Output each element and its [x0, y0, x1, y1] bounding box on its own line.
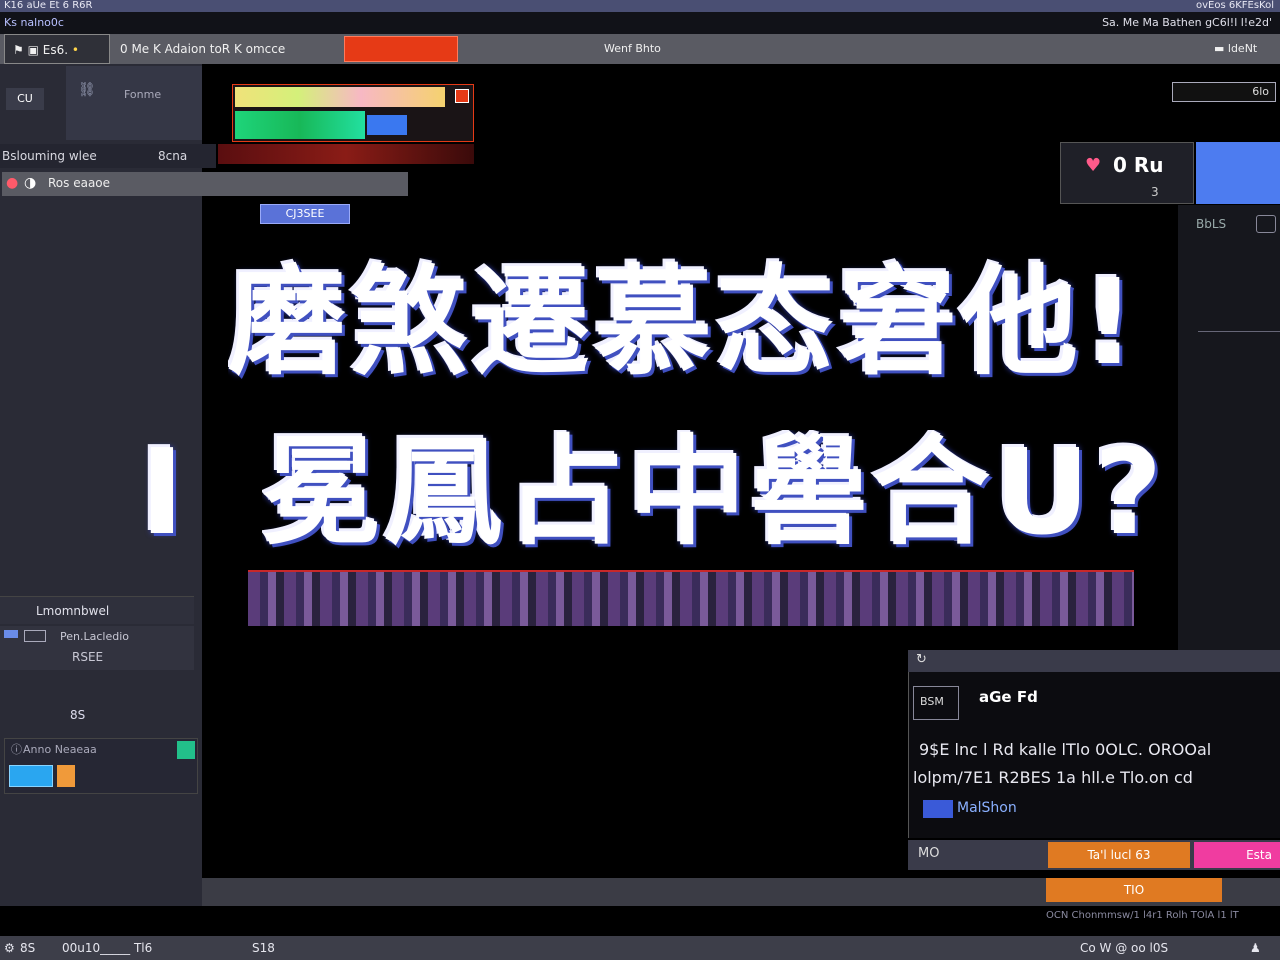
zoom-field[interactable]: 6lo — [1172, 82, 1276, 102]
info-footer: MO Ta'l lucl 63 Esta — [908, 840, 1280, 870]
status-item-2: 00u10_____ Tl6 — [62, 941, 153, 955]
tab-file[interactable]: 0 Me K Adaion toR K omcce — [112, 34, 342, 64]
bottom-item-label: Anno Neaeaa — [23, 743, 97, 756]
status-item-3: S18 — [252, 941, 275, 955]
dot-icon: ◑ — [24, 175, 37, 191]
info-panel: BSM aGe Fd 9$E lnc l Rd kalle lTlo 0OLC.… — [908, 672, 1280, 838]
swatch-row-green — [235, 111, 365, 139]
tab-center-label: Wenf Bhto — [604, 42, 661, 55]
camera-icon[interactable] — [1256, 215, 1276, 233]
headline-line-1: 磨​煞​遷​慕​态​窘​他! — [228, 253, 1140, 391]
toolbar-left-button[interactable]: CU — [6, 88, 44, 110]
info-footer-left[interactable]: MO — [918, 846, 939, 861]
selected-row-label: Ros eaaoe — [48, 176, 111, 190]
info-icon: ⓘ — [11, 743, 22, 756]
accent-swatch[interactable] — [1196, 142, 1280, 204]
toolbar-item-label[interactable]: Fonme — [124, 88, 161, 101]
tab-highlight[interactable] — [344, 36, 458, 62]
status-chip — [177, 741, 195, 759]
title-right-text: ovEos 6KFEsKol — [1195, 0, 1274, 11]
gear-icon[interactable]: ⚙ — [4, 936, 15, 960]
record-icon: ● — [6, 175, 19, 191]
small-label: 8S — [70, 708, 86, 722]
right-panel-label: BbLS — [1196, 217, 1227, 231]
preview-sub: 3 — [1151, 185, 1159, 199]
lower-row[interactable]: Pen.Lacledio RSEE — [0, 626, 194, 670]
tab-active-label: Es6. — [42, 43, 69, 57]
toolbar-group: ⛓ Fonme — [66, 66, 202, 140]
link-icon: ⛓ — [78, 82, 96, 98]
image-icon — [24, 630, 46, 642]
status-bar: ⚙ 8S 00u10_____ Tl6 S18 Co W @ oo l0S ♟ — [0, 936, 1280, 960]
folder-icon: ▬ — [1214, 42, 1228, 55]
bottom-item[interactable]: ⓘ Anno Neaeaa — [4, 738, 198, 794]
lower-row-label: Pen.Lacledio — [60, 630, 129, 643]
preview-value: 0 Ru — [1113, 153, 1164, 177]
headline-line-2: 冕​鳳​占​中​嚳​合​U? — [262, 430, 1167, 554]
tab-active[interactable]: ⚑ ▣ Es6. • — [4, 34, 110, 64]
tab-right[interactable]: ▬ ldeNt — [1206, 34, 1280, 64]
close-icon[interactable] — [455, 89, 469, 103]
title-bar: K16 aUe Et 6 R6R ovEos 6KFEsKol — [0, 0, 1280, 12]
swatch-row-top — [235, 87, 445, 107]
section-header[interactable]: Bslouming wlee — [0, 144, 154, 168]
section-count: 8cna — [154, 144, 216, 168]
tab-right-label: ldeNt — [1227, 42, 1258, 55]
tag-badge[interactable]: CJ3SEE — [260, 204, 350, 224]
tab-file-label: 0 Me K Adaion toR K omcce — [120, 42, 286, 56]
divider-line — [1198, 331, 1280, 332]
info-footer-middle[interactable]: Ta'l lucl 63 — [1048, 842, 1190, 868]
blue-chip[interactable] — [9, 765, 53, 787]
preview-badge[interactable]: ♥ 0 Ru 3 — [1060, 142, 1194, 204]
info-link[interactable]: MalShon — [957, 800, 1017, 816]
lower-row-value: RSEE — [72, 650, 104, 664]
refresh-icon[interactable]: ↻ — [916, 652, 927, 667]
status-right-text: Co W @ oo l0S — [1080, 941, 1169, 955]
orange-chip[interactable] — [57, 765, 75, 787]
menu-bar: Ks nalno0c Sa. Me Ma Bathen gC6l!l l!e2d… — [0, 12, 1280, 34]
info-panel-header: ↻ — [908, 650, 1280, 672]
user-icon[interactable]: ♟ — [1250, 936, 1261, 960]
bottom-strip-text: OCN Chonmmsw/1 l4r1 Rolh TOlA l1 lT — [1046, 910, 1239, 921]
lower-section-header[interactable]: Lmomnbwel — [0, 596, 194, 624]
info-line-2: lolpm/7E1 R2BES 1a hll.e Tlo.on cd — [913, 768, 1193, 787]
link-icon — [923, 800, 953, 818]
red-strip — [218, 144, 474, 164]
menu-right-item[interactable]: Sa. Me Ma Bathen gC6l!l l!e2d' — [1102, 12, 1272, 34]
tab-row: ⚑ ▣ Es6. • 0 Me K Adaion toR K omcce Wen… — [0, 34, 1280, 64]
title-left-text: K16 aUe Et 6 R6R — [4, 0, 93, 11]
heart-icon: ♥ — [1085, 155, 1102, 176]
selected-row[interactable]: ● ◑ Ros eaaoe — [2, 172, 408, 196]
swatch-blue — [367, 115, 407, 135]
right-panel: BbLS — [1178, 205, 1280, 650]
color-swatch-block[interactable] — [232, 84, 474, 142]
info-line-1: 9$E lnc l Rd kalle lTlo 0OLC. OROOal — [919, 740, 1212, 759]
status-item-1[interactable]: 8S — [20, 936, 35, 960]
toggle-icon — [4, 630, 18, 638]
tab-icon: ⚑ ▣ — [13, 43, 43, 57]
orange-button[interactable]: TIO — [1046, 878, 1222, 902]
info-tag: BSM — [913, 686, 959, 720]
info-title: aGe Fd — [979, 688, 1038, 706]
headline-mark: I — [140, 430, 188, 554]
info-footer-right[interactable]: Esta — [1194, 842, 1280, 868]
menu-left-item[interactable]: Ks nalno0c — [4, 12, 64, 34]
timeline-strip[interactable] — [248, 570, 1134, 626]
